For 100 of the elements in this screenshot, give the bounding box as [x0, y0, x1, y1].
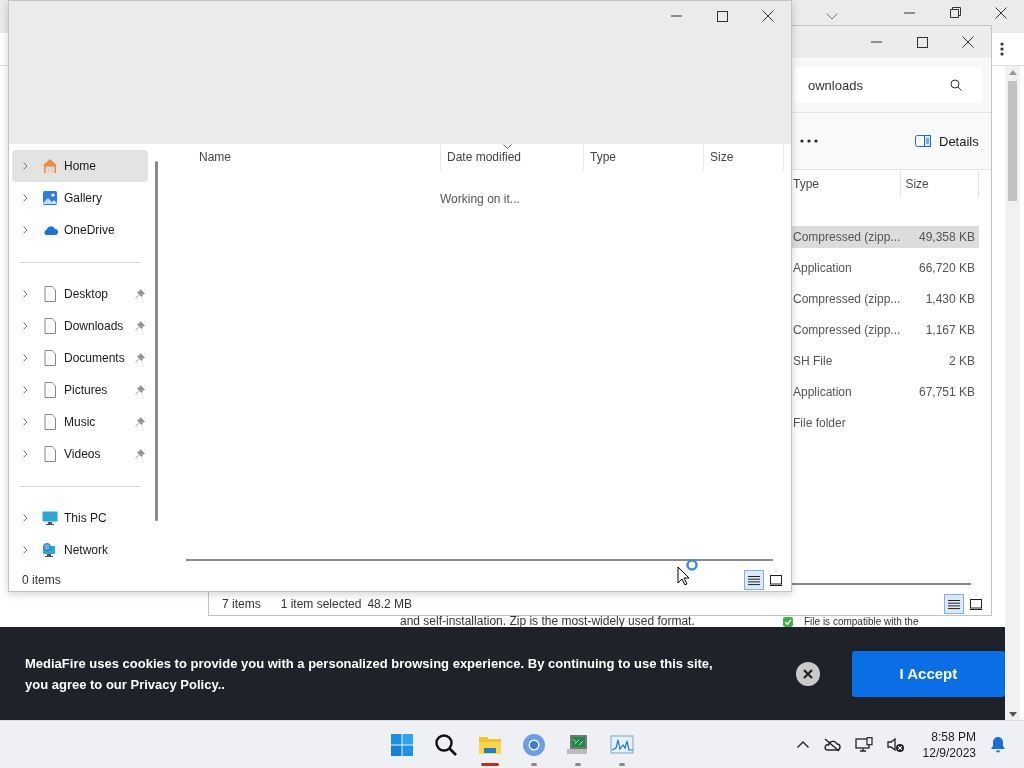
scrollbar[interactable]	[1005, 66, 1020, 720]
pin-icon	[135, 385, 145, 395]
details-button[interactable]: Details	[909, 126, 985, 156]
search-field[interactable]: ownloads	[794, 67, 982, 103]
expand-chevron-icon[interactable]	[23, 450, 28, 458]
scroll-up-icon[interactable]	[1008, 70, 1017, 75]
column-header[interactable]: Name	[193, 144, 441, 170]
nav-item[interactable]: Network	[12, 534, 148, 566]
search-icon	[434, 732, 458, 757]
menu-icon[interactable]	[1000, 42, 1004, 56]
network-icon	[42, 542, 58, 558]
table-cell-text: Compressed (zipp...	[792, 292, 902, 306]
table-cell-text: 1,430 KB	[924, 292, 975, 306]
item-count: 7 items	[222, 597, 261, 611]
column-header[interactable]: Type	[584, 144, 704, 170]
monitor-icon	[42, 510, 58, 526]
document-icon	[42, 382, 58, 398]
search-text: ownloads	[808, 77, 863, 93]
file-row[interactable]: Compressed (zipp... 49,358 KB	[792, 226, 979, 248]
item-count: 0 items	[22, 573, 61, 587]
expand-chevron-icon[interactable]	[23, 290, 28, 298]
nav-item[interactable]: Downloads	[12, 310, 148, 342]
expand-chevron-icon[interactable]	[23, 226, 28, 234]
pin-icon	[135, 289, 145, 299]
document-icon	[42, 286, 58, 302]
close-icon	[802, 668, 813, 679]
nav-item[interactable]: Videos	[12, 438, 148, 470]
search-icon	[950, 79, 962, 91]
table-cell-text: Application	[792, 261, 853, 275]
minimize-icon	[870, 41, 882, 43]
document-icon	[42, 414, 58, 430]
tiles-view-icon	[970, 598, 982, 610]
pin-icon	[135, 449, 145, 459]
scrollbar-thumb[interactable]	[1008, 81, 1017, 201]
table-cell-text: 1,167 KB	[924, 323, 975, 337]
nav-item[interactable]: This PC	[12, 502, 148, 534]
computer-icon[interactable]	[854, 736, 873, 753]
clock-time[interactable]: 8:58 PM	[931, 728, 976, 745]
file-row[interactable]: Compressed (zipp... 1,167 KB	[792, 319, 979, 341]
chevron-up-icon[interactable]	[796, 741, 809, 748]
speaker-muted-icon[interactable]	[886, 736, 905, 753]
expand-chevron-icon[interactable]	[23, 546, 28, 554]
table-cell-text: File folder	[792, 416, 847, 430]
bell-icon[interactable]	[990, 736, 1006, 753]
column-header[interactable]: Size	[704, 144, 784, 170]
view-mode-button[interactable]	[744, 570, 764, 590]
restore-icon	[949, 7, 961, 18]
table-cell-text: 49,358 KB	[917, 230, 975, 244]
expand-chevron-icon[interactable]	[23, 354, 28, 362]
chevron-down-icon	[826, 13, 838, 20]
accept-button[interactable]: I Accept	[851, 650, 1005, 697]
running-indicator	[531, 762, 537, 766]
nav-item[interactable]: Gallery	[12, 182, 148, 214]
nav-item[interactable]: Desktop	[12, 278, 148, 310]
home-icon	[42, 158, 58, 174]
running-indicator	[619, 762, 625, 766]
selection-size: 48.2 MB	[367, 597, 413, 611]
clock-date[interactable]: 12/9/2023	[922, 744, 976, 761]
sort-caret-icon	[503, 144, 512, 149]
expand-chevron-icon[interactable]	[23, 418, 28, 426]
busy-cursor-icon	[677, 559, 701, 585]
minimize-icon	[903, 11, 915, 14]
scrollbar-thumb[interactable]	[186, 559, 773, 561]
scroll-down-icon[interactable]	[1008, 712, 1017, 717]
browser-icon	[522, 732, 546, 757]
file-row[interactable]: Application 67,751 KB	[792, 381, 979, 403]
expand-chevron-icon[interactable]	[23, 194, 28, 202]
maximize-icon	[716, 10, 728, 22]
file-row[interactable]: Application 66,720 KB	[792, 257, 979, 279]
close-icon	[962, 36, 974, 48]
cookie-message: MediaFire uses cookies to provide you with a personalized browsing experience. By continuing to use this site, you agree to our Privacy Policy..	[25, 654, 714, 694]
expand-chevron-icon[interactable]	[23, 386, 28, 394]
file-row[interactable]: File folder	[792, 412, 979, 434]
document-icon	[42, 318, 58, 334]
file-row[interactable]: Compressed (zipp... 1,430 KB	[792, 288, 979, 310]
expand-chevron-icon[interactable]	[23, 162, 28, 170]
file-row[interactable]: SH File 2 KB	[792, 350, 979, 372]
windows-logo-icon	[390, 732, 414, 757]
table-cell-text: 66,720 KB	[917, 261, 975, 275]
nav-item[interactable]: Home	[12, 150, 148, 182]
table-cell-text: Application	[792, 385, 853, 399]
nav-item[interactable]: OneDrive	[12, 214, 148, 246]
nav-item[interactable]: Documents	[12, 342, 148, 374]
expand-chevron-icon[interactable]	[23, 514, 28, 522]
pin-icon	[135, 321, 145, 331]
expand-chevron-icon[interactable]	[23, 322, 28, 330]
nav-item[interactable]: Pictures	[12, 374, 148, 406]
performance-chart-icon	[610, 732, 634, 757]
scrollbar-thumb[interactable]	[155, 161, 158, 521]
document-icon	[42, 350, 58, 366]
details-view-icon	[948, 598, 960, 610]
close-button[interactable]	[795, 661, 820, 686]
more-options-icon[interactable]	[800, 139, 818, 143]
nav-item[interactable]: Music	[12, 406, 148, 438]
view-mode-button[interactable]	[944, 594, 964, 614]
column-header[interactable]: Date modified	[441, 144, 584, 170]
compat-note: File is compatible with the	[804, 617, 919, 627]
computer-icon	[566, 732, 590, 757]
column-header[interactable]: Size	[901, 171, 979, 197]
cloud-off-icon[interactable]	[822, 737, 841, 752]
